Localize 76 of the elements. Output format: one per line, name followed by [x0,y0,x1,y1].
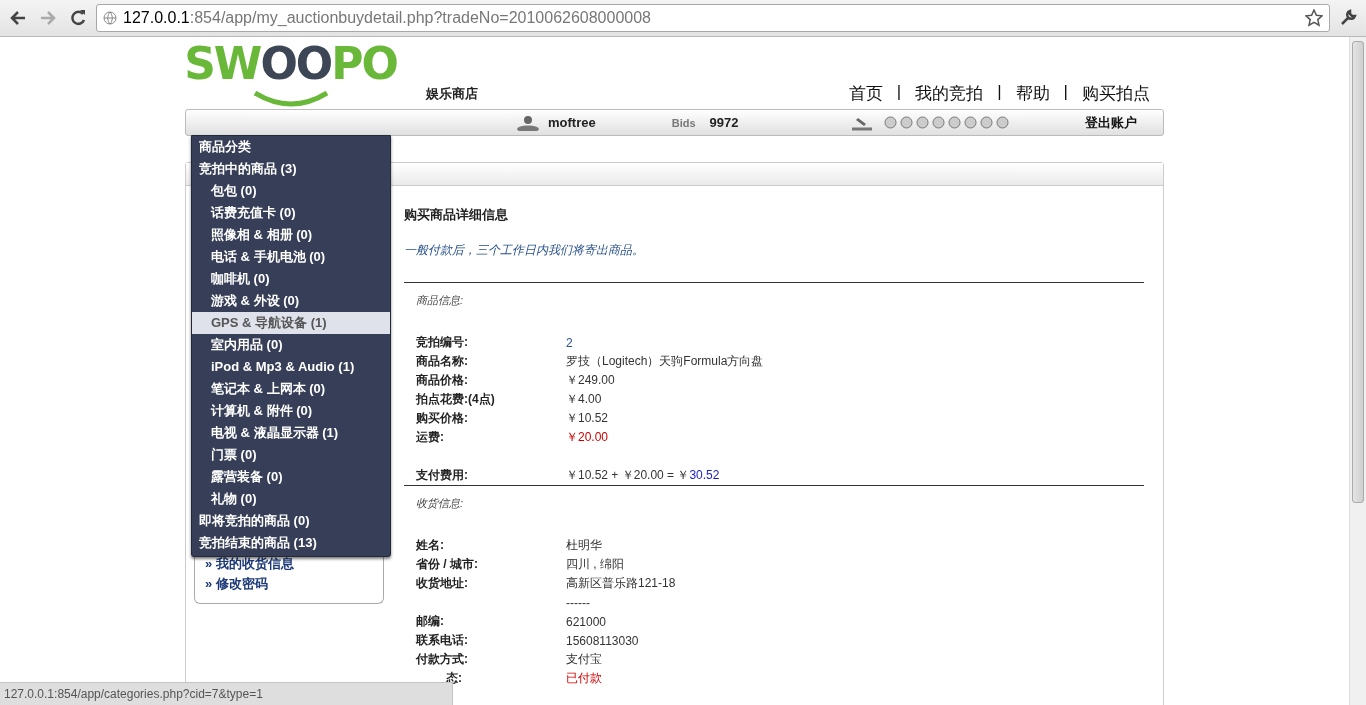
field-value: ￥10.52 [566,410,609,427]
url-text: 127.0.0.1:854/app/my_auctionbuydetail.php?tradeNo=2010062608000008 [123,9,651,27]
field-label: 竞拍编号: [416,334,469,351]
right-arrow-icon [39,10,57,26]
shipping-note: 一般付款后，三个工作日内我们将寄出商品。 [404,242,645,259]
star-icon[interactable] [1305,9,1323,27]
field-label: 联系电话: [416,632,469,649]
field-value: 杜明华 [566,537,602,554]
bids-count: 9972 [709,115,739,130]
field-value: 四川 , 绵阳 [566,556,624,573]
scrollbar[interactable] [1349,37,1366,705]
field-label: 商品价格: [416,372,469,389]
menu-item[interactable]: 露营装备 (0) [192,466,390,488]
menu-item[interactable]: 室内用品 (0) [192,334,390,356]
status-url: 127.0.0.1:854/app/categories.php?cid=7&type=1 [0,682,453,705]
nav-separator: | [1063,82,1068,103]
field-value: 高新区普乐路121-18 [566,575,676,592]
menu-item[interactable]: GPS & 导航设备 (1) [192,312,390,334]
menu-item[interactable]: 笔记本 & 上网本 (0) [192,378,390,400]
menu-item[interactable]: 礼物 (0) [192,488,390,510]
field-value: 支付宝 [566,651,602,668]
section-heading: 收货信息: [416,496,465,511]
menu-item[interactable]: 竞拍结束的商品 (13) [192,532,390,554]
field-label: 省份 / 城市: [416,556,479,573]
field-value: ￥4.00 [566,391,602,408]
user-icon [516,114,540,131]
menu-item[interactable]: 即将竞拍的商品 (0) [192,510,390,532]
field-label: 邮编: [416,613,445,630]
logout-link[interactable]: 登出账户 [1085,113,1137,132]
menu-item[interactable]: 咖啡机 (0) [192,268,390,290]
menu-item[interactable]: 话费充值卡 (0) [192,202,390,224]
field-value: ￥249.00 [566,372,615,389]
menu-item[interactable]: 电话 & 手机电池 (0) [192,246,390,268]
bids-label: Bids [671,116,696,129]
field-label: 商品名称: [416,353,469,370]
field-label: 支付费用: [416,467,469,484]
field-value: 15608113030 [566,633,639,648]
field-value: ￥20.00 [566,429,609,446]
menu-item[interactable]: 游戏 & 外设 (0) [192,290,390,312]
section-heading: 商品信息: [416,293,465,308]
menu-title: 商品分类 [198,138,252,156]
menu-item[interactable]: 门票 (0) [192,444,390,466]
store-name: 娱乐商店 [426,85,478,103]
field-label: 付款方式: [416,651,469,668]
field-value: 621000 [566,614,607,629]
nav-link[interactable]: 购买拍点 [1082,82,1150,105]
reload-icon [69,9,87,27]
nav-separator: | [896,82,902,103]
field-label: 运费: [416,429,445,446]
field-label: 姓名: [416,537,445,554]
menu-item[interactable]: 竞拍中的商品 (3) [192,158,390,180]
wrench-icon [1339,9,1357,27]
left-arrow-icon [9,10,27,26]
field-value: ------ [566,595,590,610]
globe-icon [103,11,117,25]
field-label: 收货地址: [416,575,469,592]
field-value: ￥10.52 + ￥20.00 = ￥30.52 [566,467,720,484]
menu-item[interactable]: 包包 (0) [192,180,390,202]
menu-item[interactable]: 照像相 & 相册 (0) [192,224,390,246]
field-value: 已付款 [566,670,602,687]
menu-item[interactable]: 计算机 & 附件 (0) [192,400,390,422]
page-title: 购买商品详细信息 [404,206,509,224]
menu-item[interactable]: 电视 & 液晶显示器 (1) [192,422,390,444]
nav-separator: | [997,82,1002,103]
field-value[interactable]: 2 [566,335,573,350]
sidebar-link[interactable]: » 修改密码 [205,574,383,594]
username: moftree [548,115,596,130]
nav-link[interactable]: 首页 [848,82,883,105]
menu-item[interactable]: iPod & Mp3 & Audio (1) [192,356,390,378]
field-value: 罗技（Logitech）天驹Formula方向盘 [566,353,764,370]
sidebar-link[interactable]: » 我的收货信息 [205,554,383,574]
nav-link[interactable]: 帮助 [1015,82,1050,105]
nav-link[interactable]: 我的竞拍 [915,82,984,105]
field-label: 拍点花费:(4点) [416,391,496,408]
field-label: 购买价格: [416,410,469,427]
address-bar[interactable]: 127.0.0.1:854/app/my_auctionbuydetail.php?tradeNo=2010062608000008 [96,4,1330,32]
